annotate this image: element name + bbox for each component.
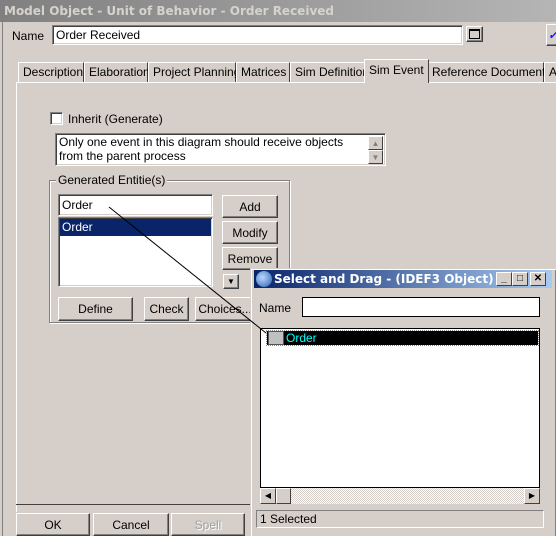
chevron-down-icon: ▼ <box>227 277 235 286</box>
note-textarea[interactable]: Only one event in this diagram should re… <box>55 133 386 166</box>
maximize-icon: □ <box>516 273 524 284</box>
window-icon <box>469 29 480 39</box>
drag-name-field[interactable] <box>302 297 540 317</box>
ok-button[interactable]: OK <box>16 513 90 536</box>
minimize-icon: _ <box>501 273 507 284</box>
tab-matrices[interactable]: Matrices <box>236 62 290 82</box>
check-mark-icon: ✓ <box>548 28 556 42</box>
scroll-up-button[interactable]: ▲ <box>368 136 383 150</box>
dropdown-button[interactable]: ▼ <box>223 274 239 289</box>
name-label: Name <box>12 29 45 43</box>
window-title: Model Object - Unit of Behavior - Order … <box>4 4 334 18</box>
status-bar: 1 Selected <box>256 510 544 528</box>
remove-button[interactable]: Remove <box>222 247 278 270</box>
scroll-thumb[interactable] <box>276 488 291 504</box>
scroll-right-button[interactable]: ▶ <box>524 488 540 504</box>
tab-sim-event[interactable]: Sim Event <box>364 59 429 83</box>
window-title-bar[interactable]: Model Object - Unit of Behavior - Order … <box>0 0 556 22</box>
inherit-checkbox[interactable] <box>50 112 63 125</box>
scroll-down-button[interactable]: ▼ <box>368 150 383 164</box>
object-list[interactable]: Order <box>260 328 540 488</box>
note-text: Only one event in this diagram should re… <box>59 135 344 163</box>
tab-sim-definition[interactable]: Sim Definition <box>290 62 369 82</box>
generated-entities-label: Generated Entitie(s) <box>56 173 168 187</box>
panel-divider <box>16 504 250 505</box>
spell-button: Spell <box>171 513 245 536</box>
object-list-item-label: Order <box>286 331 317 345</box>
entity-input-value: Order <box>62 198 93 212</box>
check-button[interactable]: Check <box>144 297 189 321</box>
idef3-object-icon <box>268 331 284 345</box>
tab-elaboration[interactable]: Elaboration <box>84 62 150 82</box>
entity-list-item[interactable]: Order <box>60 219 211 236</box>
background-window-edge <box>0 22 3 536</box>
cancel-button[interactable]: Cancel <box>93 513 169 536</box>
name-field[interactable]: Order Received <box>52 25 463 45</box>
tab-project-planning[interactable]: Project Planning <box>148 62 240 82</box>
define-button[interactable]: Define <box>58 297 133 321</box>
tab-a[interactable]: A <box>544 62 556 82</box>
status-text: 1 Selected <box>260 512 317 526</box>
expand-name-button[interactable] <box>466 26 483 42</box>
modify-button[interactable]: Modify <box>222 221 278 244</box>
drag-dialog-title: Select and Drag - (IDEF3 Object) <box>274 272 494 286</box>
tab-reference-documents[interactable]: Reference Documents <box>427 62 551 82</box>
tab-description[interactable]: Description <box>18 62 84 82</box>
spell-check-icon-button[interactable]: ✓ <box>546 24 556 46</box>
horizontal-scrollbar[interactable]: ◀ ▶ <box>260 488 540 504</box>
name-field-value: Order Received <box>56 28 141 42</box>
scroll-left-button[interactable]: ◀ <box>260 488 276 504</box>
maximize-button[interactable]: □ <box>512 272 528 286</box>
entity-list[interactable]: Order <box>58 217 213 287</box>
add-button[interactable]: Add <box>222 195 278 218</box>
inherit-label: Inherit (Generate) <box>68 112 163 126</box>
object-list-item[interactable]: Order <box>266 330 539 346</box>
entity-input[interactable]: Order <box>58 194 213 216</box>
drag-name-label: Name <box>259 301 292 315</box>
close-icon: ✕ <box>533 273 543 284</box>
minimize-button[interactable]: _ <box>496 272 512 286</box>
choices-button[interactable]: Choices... <box>195 297 255 321</box>
app-icon <box>256 271 272 287</box>
close-button[interactable]: ✕ <box>530 272 546 286</box>
